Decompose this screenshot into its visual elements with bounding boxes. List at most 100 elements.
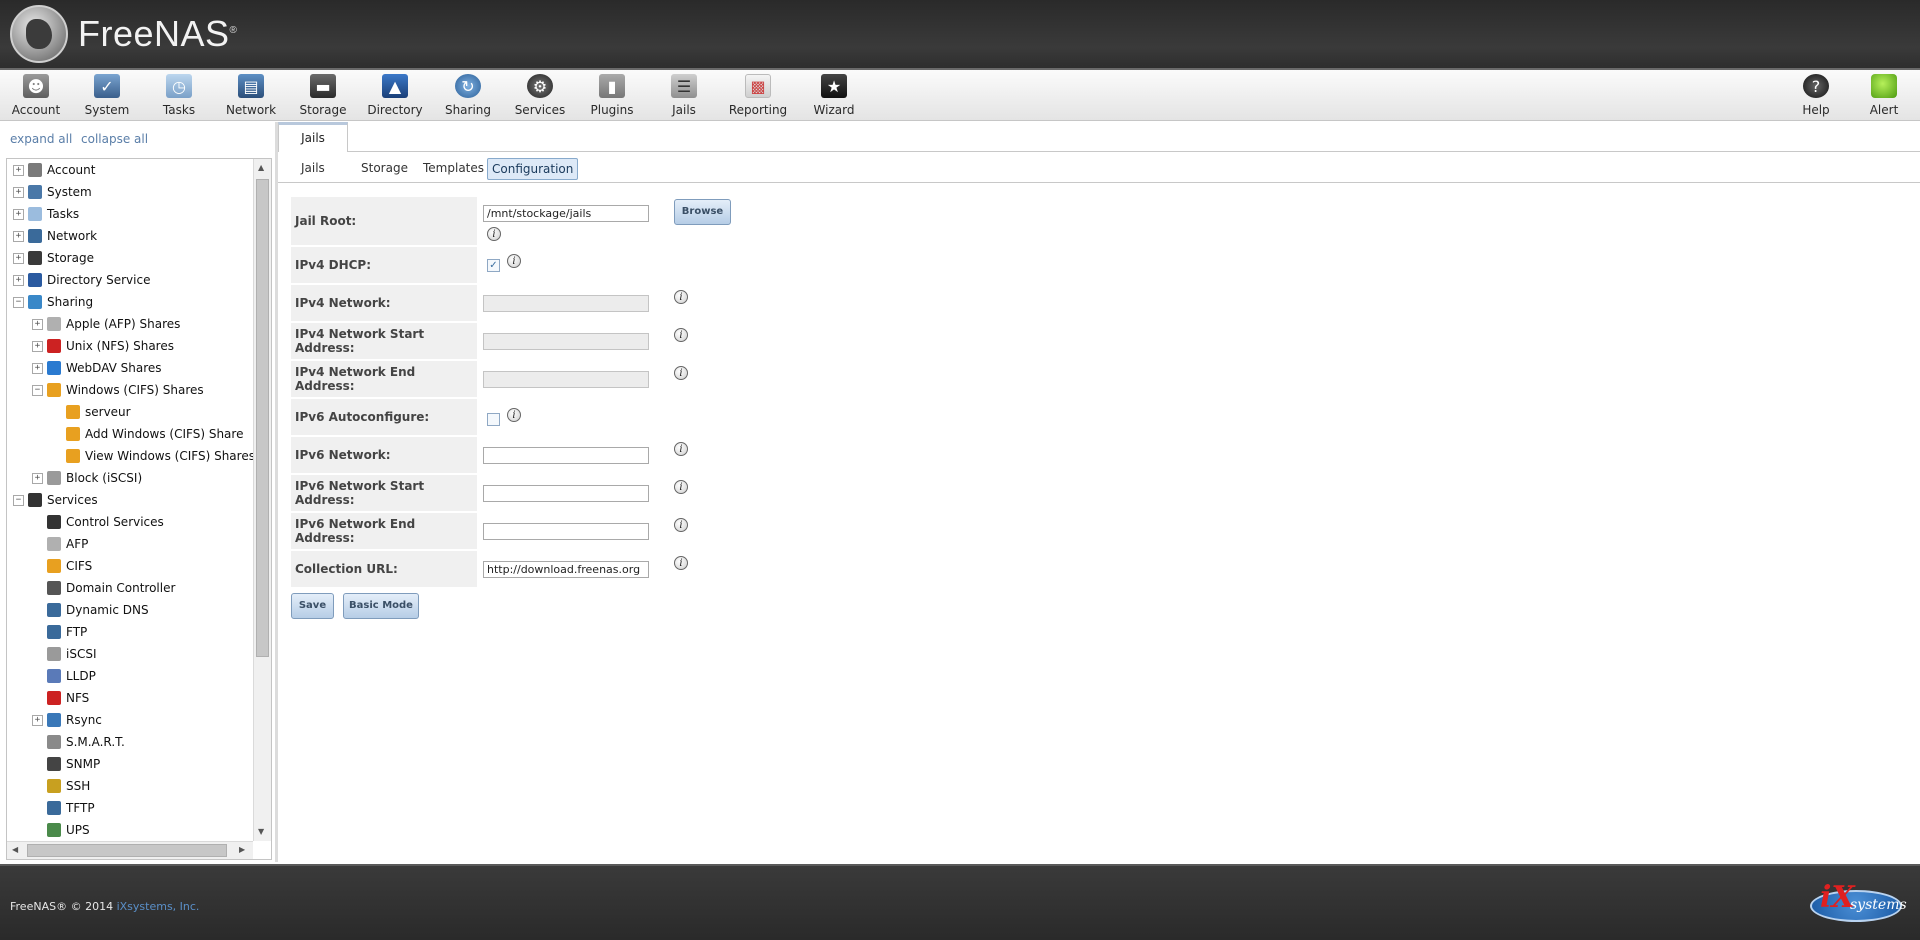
info-icon[interactable]: i	[674, 556, 688, 570]
tree-item[interactable]: + System	[13, 182, 92, 202]
ixsystems-link[interactable]: iXsystems, Inc.	[117, 900, 200, 913]
scroll-thumb[interactable]	[256, 179, 269, 657]
tab-jails[interactable]: Jails	[278, 122, 348, 152]
tree-item[interactable]: serveur	[51, 402, 131, 422]
collapse-icon[interactable]: −	[13, 494, 24, 506]
save-button[interactable]: Save	[291, 593, 334, 619]
toolbar-alert-button[interactable]: Alert	[1848, 74, 1920, 117]
toolbar-tasks-button[interactable]: ◷ Tasks	[143, 74, 215, 117]
tree-item[interactable]: SSH	[32, 776, 90, 796]
tree-item[interactable]: S.M.A.R.T.	[32, 732, 125, 752]
tree-item[interactable]: + WebDAV Shares	[32, 358, 162, 378]
ixsystems-logo[interactable]: iX systems	[1808, 876, 1908, 936]
tree-item[interactable]: + Tasks	[13, 204, 79, 224]
collapse-icon[interactable]: −	[32, 384, 43, 396]
ipv6-start-input[interactable]	[483, 485, 649, 502]
subtab-templates[interactable]: Templates	[419, 158, 488, 178]
toolbar-storage-button[interactable]: ▬ Storage	[287, 74, 359, 117]
subtab-configuration[interactable]: Configuration	[487, 158, 579, 180]
expand-icon[interactable]: +	[13, 186, 24, 198]
tree-item[interactable]: UPS	[32, 820, 90, 840]
expand-icon[interactable]: +	[13, 252, 24, 264]
info-icon[interactable]: i	[674, 366, 688, 380]
expand-icon[interactable]: +	[32, 362, 43, 374]
tree-item[interactable]: FTP	[32, 622, 87, 642]
info-icon[interactable]: i	[674, 518, 688, 532]
tree-item[interactable]: − Sharing	[13, 292, 93, 312]
toolbar-reporting-button[interactable]: ▩ Reporting	[722, 74, 794, 117]
scroll-thumb[interactable]	[27, 844, 227, 857]
expand-icon[interactable]: +	[13, 230, 24, 242]
toolbar-account-button[interactable]: ☻ Account	[0, 74, 72, 117]
tree-item[interactable]: + Unix (NFS) Shares	[32, 336, 174, 356]
tree-horizontal-scrollbar[interactable]: ◀ ▶	[7, 841, 253, 859]
info-icon[interactable]: i	[487, 227, 501, 241]
tree-item[interactable]: + Directory Service	[13, 270, 150, 290]
expand-icon[interactable]: +	[13, 208, 24, 220]
collection-url-input[interactable]	[483, 561, 649, 578]
collapse-all-link[interactable]: collapse all	[81, 132, 148, 146]
tree-item[interactable]: Add Windows (CIFS) Share	[51, 424, 243, 444]
ipv4-network-input[interactable]	[483, 295, 649, 312]
scroll-up-icon[interactable]: ▲	[258, 163, 264, 172]
tree-item[interactable]: + Rsync	[32, 710, 102, 730]
toolbar-help-button[interactable]: ? Help	[1780, 74, 1852, 117]
expand-all-link[interactable]: expand all	[10, 132, 72, 146]
collapse-icon[interactable]: −	[13, 296, 24, 308]
toolbar-plugins-button[interactable]: ▮ Plugins	[576, 74, 648, 117]
tree-item[interactable]: NFS	[32, 688, 89, 708]
toolbar-system-button[interactable]: ✓ System	[71, 74, 143, 117]
info-icon[interactable]: i	[674, 328, 688, 342]
subtab-storage[interactable]: Storage	[357, 158, 412, 178]
tree-item[interactable]: Dynamic DNS	[32, 600, 149, 620]
expand-icon[interactable]: +	[32, 340, 43, 352]
tree-item[interactable]: + Storage	[13, 248, 94, 268]
tree-item[interactable]: SNMP	[32, 754, 100, 774]
freenas-logo[interactable]: FreeNAS®	[10, 4, 237, 64]
tree-item[interactable]: View Windows (CIFS) Shares	[51, 446, 255, 466]
expand-icon[interactable]: +	[32, 472, 43, 484]
tree-item[interactable]: AFP	[32, 534, 88, 554]
tree-item[interactable]: iSCSI	[32, 644, 97, 664]
tree-item[interactable]: − Services	[13, 490, 98, 510]
ipv4-start-input[interactable]	[483, 333, 649, 350]
tree-item[interactable]: + Block (iSCSI)	[32, 468, 142, 488]
tree-item[interactable]: − Windows (CIFS) Shares	[32, 380, 204, 400]
ipv6-end-input[interactable]	[483, 523, 649, 540]
info-icon[interactable]: i	[507, 408, 521, 422]
expand-icon[interactable]: +	[32, 714, 43, 726]
toolbar-network-button[interactable]: ▤ Network	[215, 74, 287, 117]
tree-item[interactable]: + Network	[13, 226, 97, 246]
info-icon[interactable]: i	[674, 290, 688, 304]
expand-icon[interactable]: +	[32, 318, 43, 330]
ipv6-autoconfigure-checkbox[interactable]	[487, 413, 500, 426]
ipv6-network-input[interactable]	[483, 447, 649, 464]
basic-mode-button[interactable]: Basic Mode	[343, 593, 419, 619]
expand-icon[interactable]: +	[13, 164, 24, 176]
tree-item[interactable]: CIFS	[32, 556, 92, 576]
tree-item[interactable]: LLDP	[32, 666, 96, 686]
toolbar-directory-button[interactable]: ▲ Directory	[359, 74, 431, 117]
toolbar-services-button[interactable]: ⚙ Services	[504, 74, 576, 117]
info-icon[interactable]: i	[674, 442, 688, 456]
scroll-right-icon[interactable]: ▶	[239, 845, 245, 854]
tree-item[interactable]: + Account	[13, 160, 95, 180]
toolbar-sharing-button[interactable]: ↻ Sharing	[432, 74, 504, 117]
ipv4-dhcp-checkbox[interactable]: ✓	[487, 259, 500, 272]
expand-icon[interactable]: +	[13, 274, 24, 286]
jail-root-input[interactable]	[483, 205, 649, 222]
tree-vertical-scrollbar[interactable]: ▲ ▼	[253, 159, 271, 841]
tree-item[interactable]: Domain Controller	[32, 578, 175, 598]
toolbar-wizard-button[interactable]: ★ Wizard	[798, 74, 870, 117]
subtab-jails[interactable]: Jails	[297, 158, 329, 178]
browse-button[interactable]: Browse	[674, 199, 731, 225]
tree-item[interactable]: + Apple (AFP) Shares	[32, 314, 180, 334]
scroll-left-icon[interactable]: ◀	[12, 845, 18, 854]
tree-item[interactable]: Control Services	[32, 512, 164, 532]
scroll-down-icon[interactable]: ▼	[258, 827, 264, 836]
info-icon[interactable]: i	[674, 480, 688, 494]
tree-item[interactable]: TFTP	[32, 798, 95, 818]
info-icon[interactable]: i	[507, 254, 521, 268]
toolbar-jails-button[interactable]: ☰ Jails	[648, 74, 720, 117]
ipv4-end-input[interactable]	[483, 371, 649, 388]
